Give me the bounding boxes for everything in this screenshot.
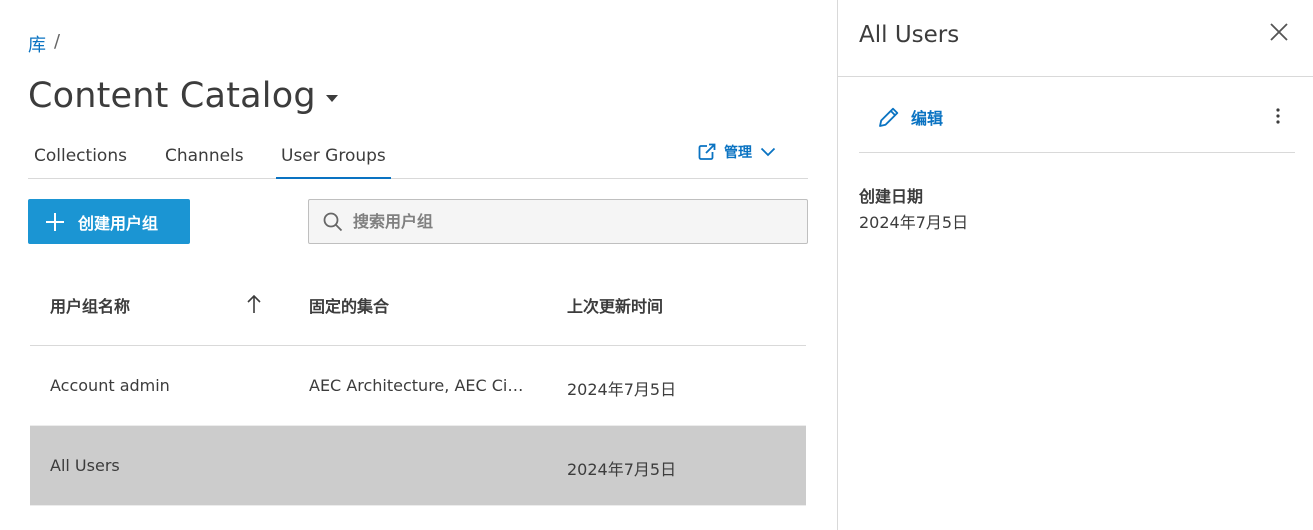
details-panel: All Users 编辑 创建日期 2024年7月5日 — [837, 0, 1313, 530]
breadcrumb-root-link[interactable]: 库 — [28, 31, 46, 57]
panel-title: All Users — [859, 22, 960, 48]
plus-icon — [46, 212, 64, 231]
edit-label: 编辑 — [911, 109, 944, 128]
more-options-icon[interactable] — [1275, 107, 1281, 125]
cell-updated: 2024年7月5日 — [567, 380, 677, 399]
search-icon — [323, 212, 343, 231]
page-title: Content Catalog — [28, 76, 316, 116]
main-content: 库 / Content Catalog Collections Channels… — [0, 0, 837, 530]
table-row-selected[interactable]: All Users 2024年7月5日 — [30, 426, 806, 506]
column-header-collections[interactable]: 固定的集合 — [309, 293, 389, 317]
user-groups-table: 用户组名称 固定的集合 上次更新时间 Account admin AEC Arc… — [30, 264, 806, 506]
breadcrumb: 库 / — [28, 31, 60, 57]
pencil-icon — [879, 107, 899, 127]
search-input[interactable] — [353, 212, 773, 231]
breadcrumb-separator: / — [54, 31, 61, 52]
table-row[interactable]: Account admin AEC Architecture, AEC Ci… … — [30, 346, 806, 426]
cell-collections: AEC Architecture, AEC Ci… — [309, 376, 524, 395]
create-user-group-button[interactable]: 创建用户组 — [28, 199, 190, 244]
cell-updated: 2024年7月5日 — [567, 460, 677, 479]
page-title-dropdown[interactable]: Content Catalog — [28, 76, 338, 116]
tab-user-groups[interactable]: User Groups — [276, 146, 391, 179]
sort-ascending-icon[interactable] — [246, 294, 262, 314]
edit-button[interactable]: 编辑 — [877, 105, 943, 129]
close-icon[interactable] — [1269, 22, 1289, 42]
manage-label: 管理 — [724, 145, 752, 161]
table-header: 用户组名称 固定的集合 上次更新时间 — [30, 264, 806, 346]
cell-name: Account admin — [50, 376, 170, 395]
panel-header: All Users — [838, 0, 1313, 77]
manage-dropdown[interactable]: 管理 — [698, 142, 776, 162]
chevron-down-icon — [760, 147, 776, 157]
cell-name: All Users — [50, 456, 120, 475]
caret-down-icon — [325, 94, 338, 102]
tab-collections[interactable]: Collections — [34, 146, 127, 179]
create-user-group-label: 创建用户组 — [78, 215, 159, 233]
tab-bar: Collections Channels User Groups 管理 — [28, 136, 808, 179]
created-date-label: 创建日期 — [859, 187, 924, 206]
created-date-value: 2024年7月5日 — [859, 213, 969, 232]
search-box — [308, 199, 808, 244]
panel-actions: 编辑 — [859, 77, 1295, 153]
column-header-name[interactable]: 用户组名称 — [50, 293, 130, 317]
external-link-icon — [698, 143, 716, 160]
column-header-updated[interactable]: 上次更新时间 — [567, 293, 663, 317]
tab-channels[interactable]: Channels — [165, 146, 244, 179]
